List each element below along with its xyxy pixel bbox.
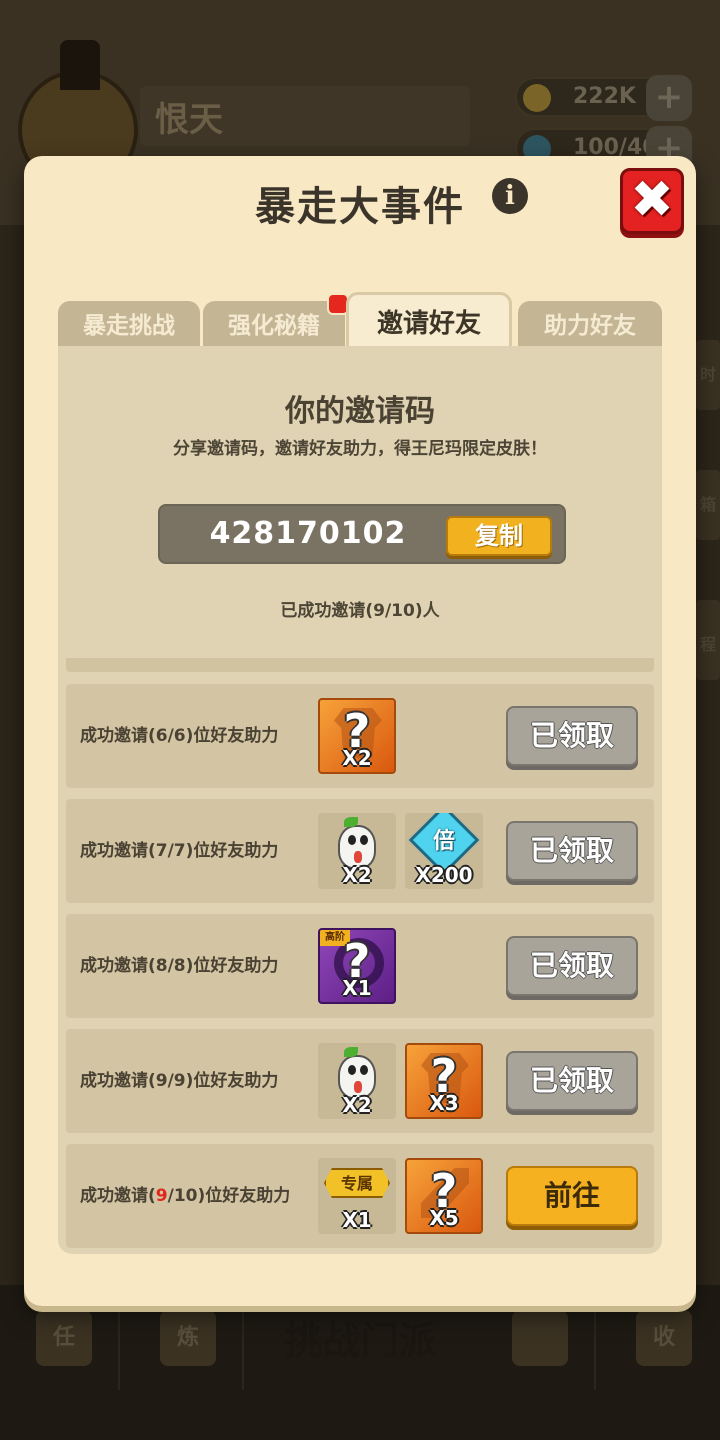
invite-code-value: 428170102: [209, 516, 407, 551]
claimed-button[interactable]: 已领取: [506, 1051, 638, 1111]
task-scroll-icon: 任: [36, 1310, 92, 1366]
invite-count: 已成功邀请(9/10)人: [280, 601, 440, 621]
close-icon: ✖: [630, 170, 674, 230]
tab-invite-friends[interactable]: 邀请好友: [346, 292, 512, 347]
reward-row-label: 成功邀请(7/7)位好友助力: [80, 841, 279, 861]
exclusive-label: 专属: [340, 1174, 373, 1193]
player-name: 恨天: [155, 100, 223, 140]
upgrade-arrow-icon: [512, 1310, 568, 1366]
item-quantity: X2: [342, 1093, 372, 1117]
list-scroll-edge: [66, 658, 654, 672]
side-item-chest[interactable]: 箱: [696, 470, 720, 540]
item-quantity: X1: [342, 976, 372, 1000]
side-item-progress[interactable]: 程: [696, 610, 720, 680]
reward-row-label: 成功邀请(6/6)位好友助力: [80, 726, 279, 746]
radish-face-icon[interactable]: X2: [318, 1043, 396, 1119]
tab-secret-book[interactable]: 强化秘籍: [203, 293, 349, 347]
item-quantity: X1: [342, 1208, 372, 1232]
reward-row: 成功邀请(9/9)位好友助力 X2 ? X3 已领取: [66, 1029, 654, 1133]
add-coin-button[interactable]: +: [646, 75, 692, 121]
invite-code-box: 428170102 复制: [158, 504, 566, 564]
item-quantity: X2: [342, 863, 372, 887]
radish-face-icon[interactable]: X2: [318, 813, 396, 889]
item-quantity: X200: [415, 863, 473, 887]
coin-icon: [523, 84, 551, 112]
reward-row: 成功邀请(9/10)位好友助力 专属 X1 ? X5 前往: [66, 1144, 654, 1248]
reward-row: 成功邀请(6/6)位好友助力 ? X2 已领取: [66, 684, 654, 788]
event-dialog: 暴走大事件 i ✖ 暴走挑战 强化秘籍 邀请好友 助力好友 你的邀请码 分享邀请…: [24, 156, 696, 1306]
dialog-title: 暴走大事件: [255, 184, 465, 230]
tab-help-friends[interactable]: 助力好友: [518, 301, 662, 347]
diamond-symbol: 倍: [432, 829, 455, 854]
mystery-weapon-icon[interactable]: ? X5: [405, 1158, 483, 1234]
item-quantity: X2: [342, 746, 372, 770]
close-button[interactable]: ✖: [620, 168, 684, 234]
info-icon[interactable]: i: [492, 178, 528, 214]
copy-button[interactable]: 复制: [446, 516, 552, 556]
avatar-hair-icon: [60, 40, 100, 90]
item-quantity: X5: [429, 1206, 459, 1230]
coin-value: 222K: [573, 84, 636, 109]
mystery-shirt-icon[interactable]: ? X2: [318, 698, 396, 774]
coin-counter: 222K +: [515, 75, 692, 121]
mystery-shirt-icon[interactable]: ? X3: [405, 1043, 483, 1119]
tab-secret-book-label: 强化秘籍: [228, 313, 320, 339]
bottom-nav-challenge[interactable]: 挑战门派: [248, 1310, 473, 1365]
exclusive-badge-icon[interactable]: 专属 X1: [318, 1158, 396, 1234]
claimed-button[interactable]: 已领取: [506, 706, 638, 766]
invite-description: 分享邀请码，邀请好友助力，得王尼玛限定皮肤！: [173, 439, 547, 459]
side-item-time[interactable]: 时: [696, 340, 720, 410]
go-button[interactable]: 前往: [506, 1166, 638, 1226]
multiplier-diamond-icon[interactable]: 倍 X200: [405, 813, 483, 889]
collect-icon: 收: [636, 1310, 692, 1366]
item-quantity: X3: [429, 1091, 459, 1115]
reward-row: 成功邀请(8/8)位好友助力 高阶 ? X1 已领取: [66, 914, 654, 1018]
reward-row: 成功邀请(7/7)位好友助力 X2 倍 X200 已领取: [66, 799, 654, 903]
invite-code-heading: 你的邀请码: [285, 394, 435, 429]
reward-row-label: 成功邀请(9/9)位好友助力: [80, 1071, 279, 1091]
claimed-button[interactable]: 已领取: [506, 821, 638, 881]
reward-row-label: 成功邀请(8/8)位好友助力: [80, 956, 279, 976]
claimed-button[interactable]: 已领取: [506, 936, 638, 996]
mystery-ring-icon[interactable]: 高阶 ? X1: [318, 928, 396, 1004]
tab-challenge[interactable]: 暴走挑战: [58, 301, 200, 347]
invite-panel: 你的邀请码 分享邀请码，邀请好友助力，得王尼玛限定皮肤！ 428170102 复…: [58, 346, 662, 1254]
reward-row-label: 成功邀请(9/10)位好友助力: [80, 1186, 291, 1206]
training-book-icon: 炼: [160, 1310, 216, 1366]
progress-highlight: 9: [155, 1186, 168, 1206]
